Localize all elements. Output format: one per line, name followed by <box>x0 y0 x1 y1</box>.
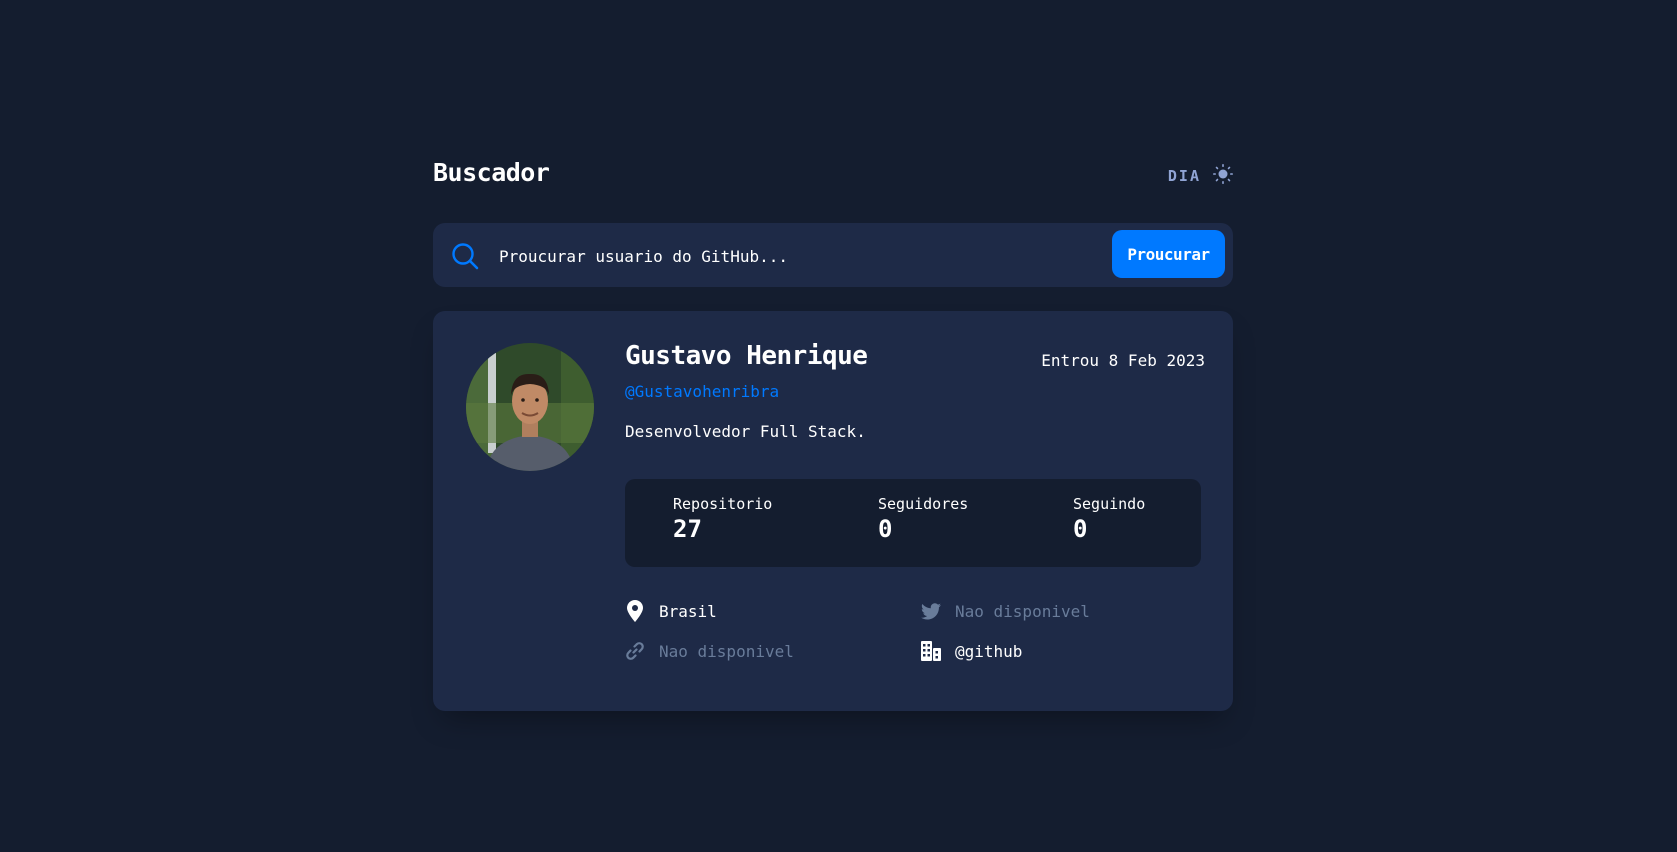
search-button[interactable]: Proucurar <box>1112 230 1225 278</box>
avatar <box>466 343 594 471</box>
twitter-icon <box>921 600 941 622</box>
info-blog: Nao disponivel <box>625 640 794 662</box>
theme-toggle[interactable]: DIA <box>1168 164 1233 188</box>
theme-toggle-label: DIA <box>1167 167 1201 185</box>
stats-panel: Repositorio 27 Seguidores 0 Seguindo 0 <box>625 479 1201 567</box>
stat-following-label: Seguindo <box>1073 495 1146 513</box>
location-text: Brasil <box>659 601 717 621</box>
app-container: Buscador DIA Proucurar usuario do GitHub… <box>433 158 1233 711</box>
search-icon <box>451 242 479 274</box>
stat-followers-value: 0 <box>878 515 893 543</box>
stat-following-value: 0 <box>1073 515 1088 543</box>
info-twitter: Nao disponivel <box>921 600 1090 622</box>
stat-repos-value: 27 <box>673 515 702 543</box>
sun-icon <box>1213 164 1233 188</box>
stat-followers: Seguidores 0 <box>878 495 968 543</box>
join-date: Entrou 8 Feb 2023 <box>1041 351 1205 370</box>
profile-card: Gustavo Henrique Entrou 8 Feb 2023 @Gust… <box>433 311 1233 711</box>
profile-name: Gustavo Henrique <box>625 341 868 371</box>
stat-following: Seguindo 0 <box>1073 495 1145 543</box>
search-input[interactable] <box>497 239 971 273</box>
company-text: @github <box>955 641 1023 661</box>
profile-bio: Desenvolvedor Full Stack. <box>625 422 866 441</box>
twitter-text: Nao disponivel <box>955 601 1090 621</box>
profile-login-link[interactable]: @Gustavohenribra <box>625 382 779 401</box>
location-pin-icon <box>625 600 645 622</box>
info-location: Brasil <box>625 600 717 622</box>
app-title: Buscador <box>433 158 550 187</box>
search-bar: Proucurar <box>433 223 1233 287</box>
app-header: Buscador DIA <box>433 158 1233 194</box>
info-company: @github <box>921 640 1022 662</box>
stat-repos: Repositorio 27 <box>673 495 772 543</box>
company-building-icon <box>921 640 941 662</box>
blog-link[interactable]: Nao disponivel <box>659 642 794 661</box>
stat-repos-label: Repositorio <box>673 495 773 513</box>
link-icon <box>625 640 645 662</box>
stat-followers-label: Seguidores <box>878 495 969 513</box>
